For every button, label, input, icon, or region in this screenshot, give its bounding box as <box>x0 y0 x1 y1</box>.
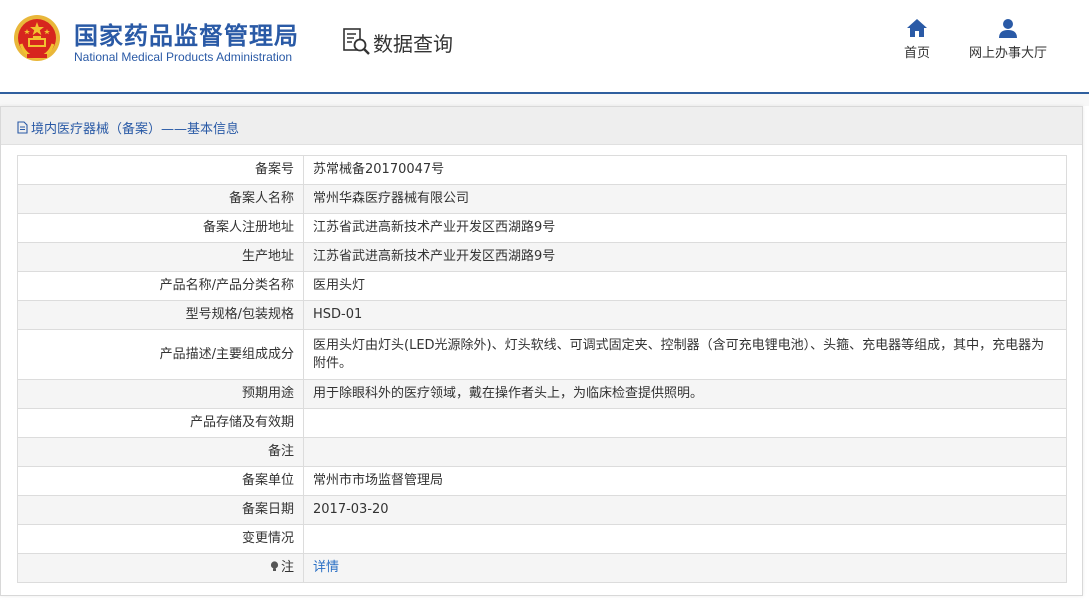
table-row: 型号规格/包装规格 HSD-01 <box>17 300 1067 330</box>
data-query-label: 数据查询 <box>373 31 453 56</box>
table-row: 预期用途 用于除眼科外的医疗领域，戴在操作者头上，为临床检查提供照明。 <box>17 379 1067 409</box>
table-row: 变更情况 <box>17 524 1067 554</box>
brand-title-cn: 国家药品监督管理局 <box>74 22 299 50</box>
row-value <box>303 524 1067 554</box>
table-row: 备案号 苏常械备20170047号 <box>17 155 1067 185</box>
row-value: 2017-03-20 <box>303 495 1067 525</box>
row-label: 备案号 <box>17 155 304 185</box>
panel-header: 境内医疗器械（备案）——基本信息 <box>1 107 1082 145</box>
row-label: 备案单位 <box>17 466 304 496</box>
row-value: 详情 <box>303 553 1067 583</box>
row-value: 常州华森医疗器械有限公司 <box>303 184 1067 214</box>
data-query-section[interactable]: 数据查询 <box>343 27 453 57</box>
nav-online-service-hall[interactable]: 网上办事大厅 <box>962 18 1054 61</box>
row-label: 预期用途 <box>17 379 304 409</box>
row-label: 备案人注册地址 <box>17 213 304 243</box>
row-label: 生产地址 <box>17 242 304 272</box>
nav-online-service-hall-label: 网上办事大厅 <box>968 46 1047 61</box>
row-value: 用于除眼科外的医疗领域，戴在操作者头上，为临床检查提供照明。 <box>303 379 1067 409</box>
lightbulb-icon <box>270 561 279 571</box>
national-emblem-icon <box>14 15 60 61</box>
table-row: 产品存储及有效期 <box>17 408 1067 438</box>
table-row: 产品描述/主要组成成分 医用头灯由灯头(LED光源除外)、灯头软线、可调式固定夹… <box>17 329 1067 380</box>
row-label: 备案日期 <box>17 495 304 525</box>
table-row: 备案人注册地址 江苏省武进高新技术产业开发区西湖路9号 <box>17 213 1067 243</box>
basic-info-table: 备案号 苏常械备20170047号 备案人名称 常州华森医疗器械有限公司 备案人… <box>17 155 1067 583</box>
table-row: 注 详情 <box>17 553 1067 583</box>
row-value: 江苏省武进高新技术产业开发区西湖路9号 <box>303 213 1067 243</box>
row-label: 备案人名称 <box>17 184 304 214</box>
panel-title: 境内医疗器械（备案）——基本信息 <box>17 118 239 137</box>
row-value: 苏常械备20170047号 <box>303 155 1067 185</box>
table-row: 产品名称/产品分类名称 医用头灯 <box>17 271 1067 301</box>
row-label: 产品存储及有效期 <box>17 408 304 438</box>
row-label: 注 <box>280 560 294 575</box>
table-row: 生产地址 江苏省武进高新技术产业开发区西湖路9号 <box>17 242 1067 272</box>
brand-title-en: National Medical Products Administration <box>74 50 293 64</box>
row-label: 型号规格/包装规格 <box>17 300 304 330</box>
details-link[interactable]: 详情 <box>313 560 339 575</box>
table-row: 备注 <box>17 437 1067 467</box>
row-value: 江苏省武进高新技术产业开发区西湖路9号 <box>303 242 1067 272</box>
row-label: 产品描述/主要组成成分 <box>17 329 304 380</box>
site-header: 国家药品监督管理局 National Medical Products Admi… <box>0 0 1089 92</box>
row-value <box>303 408 1067 438</box>
device-info-panel: 境内医疗器械（备案）——基本信息 备案号 苏常械备20170047号 备案人名称… <box>0 106 1083 596</box>
row-value: 医用头灯由灯头(LED光源除外)、灯头软线、可调式固定夹、控制器（含可充电锂电池… <box>303 329 1067 380</box>
nav-home-label: 首页 <box>903 46 930 61</box>
nav-home[interactable]: 首页 <box>897 18 937 61</box>
user-icon <box>999 19 1017 38</box>
home-icon <box>907 19 927 37</box>
row-value <box>303 437 1067 467</box>
row-label: 备注 <box>17 437 304 467</box>
row-label: 变更情况 <box>17 524 304 554</box>
panel-title-text: 境内医疗器械（备案）——基本信息 <box>31 122 240 137</box>
row-label: 产品名称/产品分类名称 <box>17 271 304 301</box>
document-icon <box>17 121 28 134</box>
row-value: 常州市市场监督管理局 <box>303 466 1067 496</box>
row-value: HSD-01 <box>303 300 1067 330</box>
row-value: 医用头灯 <box>303 271 1067 301</box>
note-row-label: 注 <box>17 553 304 583</box>
table-row: 备案日期 2017-03-20 <box>17 495 1067 525</box>
table-row: 备案人名称 常州华森医疗器械有限公司 <box>17 184 1067 214</box>
table-row: 备案单位 常州市市场监督管理局 <box>17 466 1067 496</box>
document-search-icon <box>343 28 370 55</box>
